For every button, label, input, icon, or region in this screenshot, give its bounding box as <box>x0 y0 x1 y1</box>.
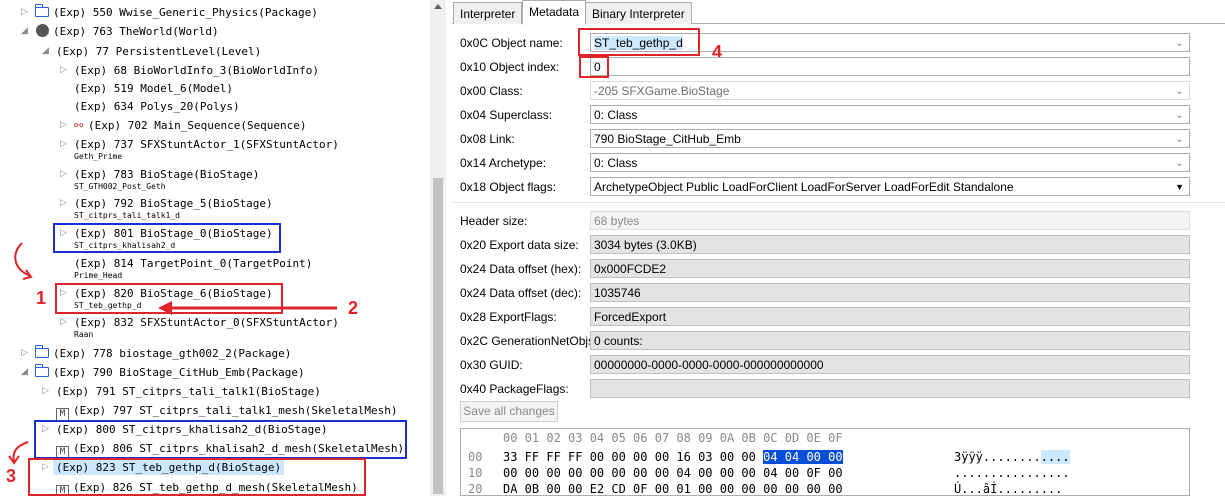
annotation-label-3: 3 <box>6 466 17 486</box>
chevron-down-icon[interactable]: ⌄ <box>1175 156 1184 169</box>
annotation-label-2: 2 <box>348 298 359 318</box>
tab-metadata[interactable]: Metadata <box>522 0 587 25</box>
hex-row-ascii: 3ÿÿÿ............ <box>954 450 1070 464</box>
class-value: -205 SFXGame.BioStage <box>594 84 730 98</box>
data-offset-hex-value: 0x000FCDE2 <box>594 262 667 276</box>
tab-binary-interpreter[interactable]: Binary Interpreter <box>585 2 692 24</box>
chevron-down-icon[interactable]: ⌄ <box>1175 84 1184 97</box>
archetype-select[interactable]: 0: Class ⌄ <box>590 153 1190 172</box>
hex-bytes-selected: 04 04 00 00 <box>763 450 843 464</box>
highlight-box <box>578 28 700 56</box>
ascii-selected: .... <box>1040 450 1070 464</box>
hex-bytes: 00 00 00 00 00 00 00 00 04 00 00 00 <box>503 466 756 480</box>
field-label-object-index: 0x10 Object index: <box>460 60 560 74</box>
export-flags-value: ForcedExport <box>594 310 667 324</box>
chevron-down-icon[interactable]: ⌄ <box>1175 36 1184 49</box>
scroll-thumb[interactable] <box>433 178 443 494</box>
tree-scrollbar[interactable] <box>430 0 446 496</box>
data-offset-dec-field: 1035746 <box>590 283 1190 302</box>
hex-bytes: 00 00 00 00 <box>763 482 843 496</box>
hex-column-header: 00 01 02 03 04 05 06 07 08 09 0A 0B 0C 0… <box>503 431 843 445</box>
field-label-archetype: 0x14 Archetype: <box>460 156 547 170</box>
ascii-text: 3ÿÿÿ........ <box>954 450 1041 464</box>
field-label-export-flags: 0x28 ExportFlags: <box>460 310 557 324</box>
properties-panel: Interpreter Metadata Binary Interpreter … <box>452 0 1225 496</box>
data-offset-hex-field: 0x000FCDE2 <box>590 259 1190 278</box>
tab-strip: Interpreter Metadata Binary Interpreter <box>452 0 1225 25</box>
chevron-down-icon[interactable]: ⌄ <box>1175 108 1184 121</box>
hex-row-offset: 10 <box>468 466 483 480</box>
ascii-text: Ú...âÍ......... <box>954 482 1063 496</box>
field-label-guid: 0x30 GUID: <box>460 358 523 372</box>
data-offset-dec-value: 1035746 <box>594 286 641 300</box>
save-all-changes-button[interactable]: Save all changes <box>460 401 558 422</box>
ascii-text: ................ <box>954 466 1070 480</box>
field-label-header-size: Header size: <box>460 214 528 228</box>
guid-field: 00000000-0000-0000-0000-000000000000 <box>590 355 1190 374</box>
package-flags-field <box>590 379 1190 398</box>
field-label-link: 0x08 Link: <box>460 132 515 146</box>
class-select[interactable]: -205 SFXGame.BioStage ⌄ <box>590 81 1190 100</box>
hex-bytes: 33 FF FF FF 00 00 00 00 16 03 00 00 <box>503 450 756 464</box>
hex-row-ascii: ................ <box>954 466 1070 480</box>
field-label-package-flags: 0x40 PackageFlags: <box>460 382 569 396</box>
object-index-field[interactable]: 0 <box>590 57 1190 76</box>
guid-value: 00000000-0000-0000-0000-000000000000 <box>594 358 824 372</box>
header-size-field: 68 bytes <box>590 211 1190 230</box>
hex-bytes: DA 0B 00 00 E2 CD 0F 00 01 00 00 00 <box>503 482 756 496</box>
hex-row-bytes: 00 00 00 00 00 00 00 00 04 00 00 00 04 0… <box>503 466 843 480</box>
field-label-class: 0x00 Class: <box>460 84 523 98</box>
scroll-up-icon[interactable] <box>434 4 442 9</box>
object-flags-select[interactable]: ArchetypeObject Public LoadForClient Loa… <box>590 177 1190 196</box>
dropdown-arrow-icon[interactable]: ▼ <box>1175 182 1184 192</box>
highlight-box <box>579 56 609 78</box>
object-flags-value: ArchetypeObject Public LoadForClient Loa… <box>594 180 1014 194</box>
field-label-object-name: 0x0C Object name: <box>460 36 563 50</box>
superclass-value: 0: Class <box>594 108 638 122</box>
header-size-value: 68 bytes <box>594 214 640 228</box>
export-data-size-value: 3034 bytes (3.0KB) <box>594 238 697 252</box>
arrow-head <box>158 301 172 315</box>
field-label-export-data-size: 0x20 Export data size: <box>460 238 579 252</box>
field-label-data-offset-hex: 0x24 Data offset (hex): <box>460 262 582 276</box>
tab-interpreter[interactable]: Interpreter <box>453 2 523 24</box>
archetype-value: 0: Class <box>594 156 638 170</box>
superclass-select[interactable]: 0: Class ⌄ <box>590 105 1190 124</box>
package-tree[interactable]: ▷ (Exp) 550 Wwise_Generic_Physics(Packag… <box>0 0 430 496</box>
generation-net-objs-value: 0 counts: <box>594 334 643 348</box>
link-value: 790 BioStage_CitHub_Emb <box>594 132 741 146</box>
export-data-size-field: 3034 bytes (3.0KB) <box>590 235 1190 254</box>
hex-row-offset: 20 <box>468 482 483 496</box>
annotation-label-1: 1 <box>36 288 47 308</box>
annotation-arrows <box>8 242 337 465</box>
field-label-generation-net-objs: 0x2C GenerationNetObjs <box>460 334 595 348</box>
field-label-data-offset-dec: 0x24 Data offset (dec): <box>460 286 582 300</box>
link-select[interactable]: 790 BioStage_CitHub_Emb ⌄ <box>590 129 1190 148</box>
hex-row-bytes: 33 FF FF FF 00 00 00 00 16 03 00 00 04 0… <box>503 450 843 464</box>
export-flags-field: ForcedExport <box>590 307 1190 326</box>
field-label-object-flags: 0x18 Object flags: <box>460 180 557 194</box>
hex-row-bytes: DA 0B 00 00 E2 CD 0F 00 01 00 00 00 00 0… <box>503 482 843 496</box>
field-label-superclass: 0x04 Superclass: <box>460 108 553 122</box>
chevron-down-icon[interactable]: ⌄ <box>1175 132 1184 145</box>
hex-editor[interactable]: 00 01 02 03 04 05 06 07 08 09 0A 0B 0C 0… <box>460 428 1190 496</box>
divider <box>452 202 1225 203</box>
hex-row-offset: 00 <box>468 450 483 464</box>
hex-bytes: 04 00 0F 00 <box>763 466 843 480</box>
generation-net-objs-field: 0 counts: <box>590 331 1190 350</box>
hex-row-ascii: Ú...âÍ......... <box>954 482 1063 496</box>
